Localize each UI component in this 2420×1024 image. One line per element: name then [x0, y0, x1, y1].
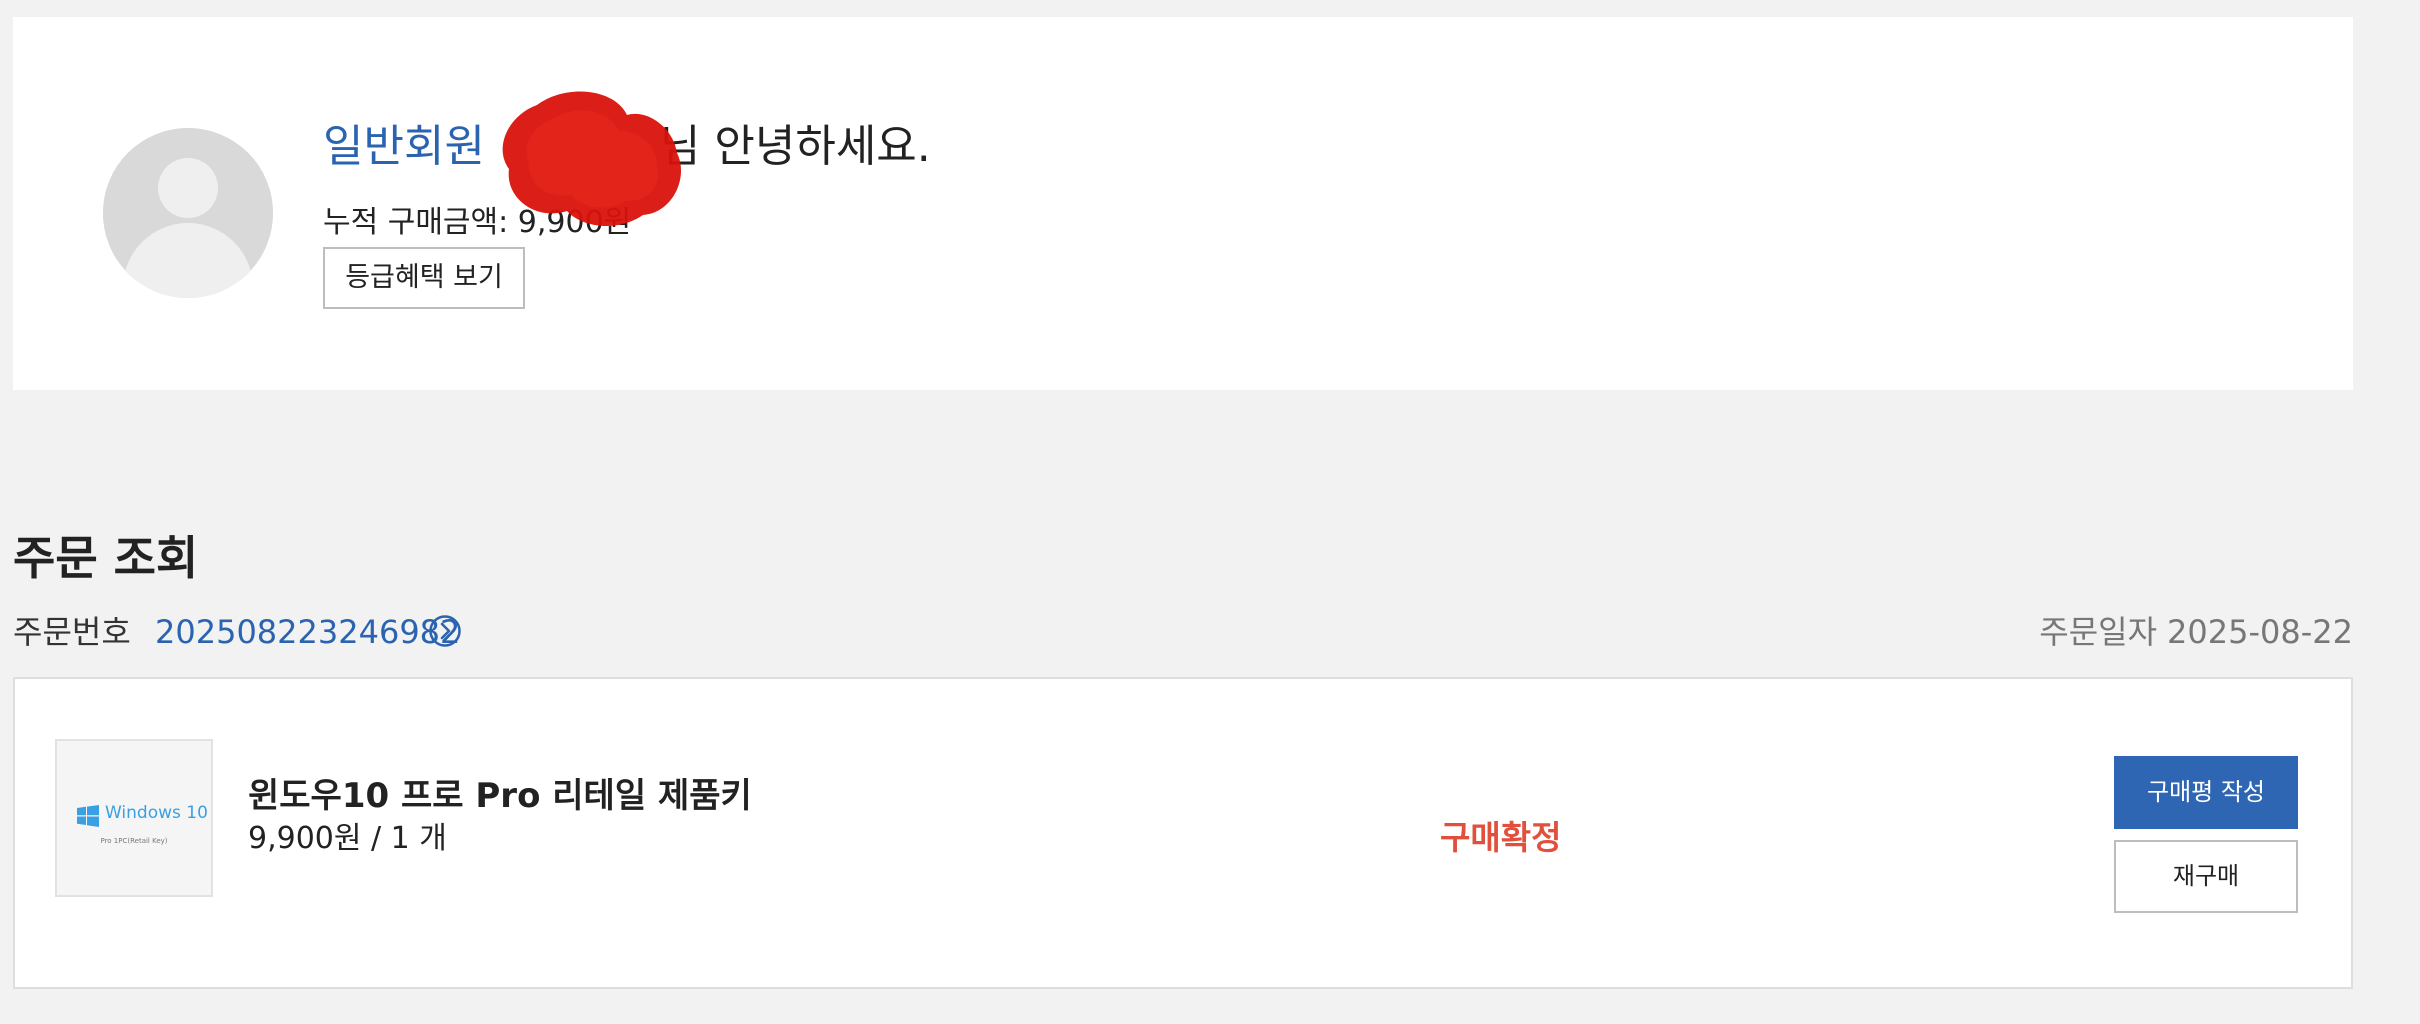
product-thumbnail[interactable]: Windows 10 Pro 1PC(Retail Key) — [55, 739, 213, 897]
order-item-card: Windows 10 Pro 1PC(Retail Key) 윈도우10 프로 … — [13, 677, 2353, 989]
profile-card: 일반회원 님 안녕하세요. 누적 구매금액: 9,900원 등급혜택 보기 — [13, 17, 2353, 390]
chevron-right-circle-icon[interactable] — [428, 614, 462, 648]
product-price-quantity: 9,900원 / 1 개 — [248, 821, 447, 856]
avatar — [103, 128, 273, 298]
redaction-mark — [502, 91, 682, 227]
greeting-suffix: 님 안녕하세요. — [659, 121, 931, 172]
order-number-link[interactable]: 202508223246982 — [155, 608, 460, 656]
order-status-badge: 구매확정 — [1440, 818, 1562, 857]
total-spent-label: 누적 구매금액: — [323, 205, 509, 240]
product-name[interactable]: 윈도우10 프로 Pro 리테일 제품키 — [248, 774, 752, 818]
order-lookup-title: 주문 조회 — [13, 531, 199, 585]
thumbnail-subtitle: Pro 1PC(Retail Key) — [100, 837, 168, 845]
order-date-label: 주문일자 — [2039, 613, 2158, 651]
windows-logo-icon — [77, 805, 99, 827]
order-date: 주문일자 2025-08-22 — [2039, 608, 2353, 656]
order-info-row: 주문번호 202508223246982 주문일자 2025-08-22 — [13, 608, 2353, 656]
member-grade: 일반회원 — [323, 121, 485, 172]
order-number-label: 주문번호 — [13, 613, 131, 651]
grade-benefit-button[interactable]: 등급혜택 보기 — [323, 247, 525, 309]
order-date-value: 2025-08-22 — [2167, 613, 2353, 651]
thumbnail-brand: Windows 10 — [105, 803, 208, 823]
write-review-button[interactable]: 구매평 작성 — [2114, 756, 2298, 829]
rebuy-button[interactable]: 재구매 — [2114, 840, 2298, 913]
